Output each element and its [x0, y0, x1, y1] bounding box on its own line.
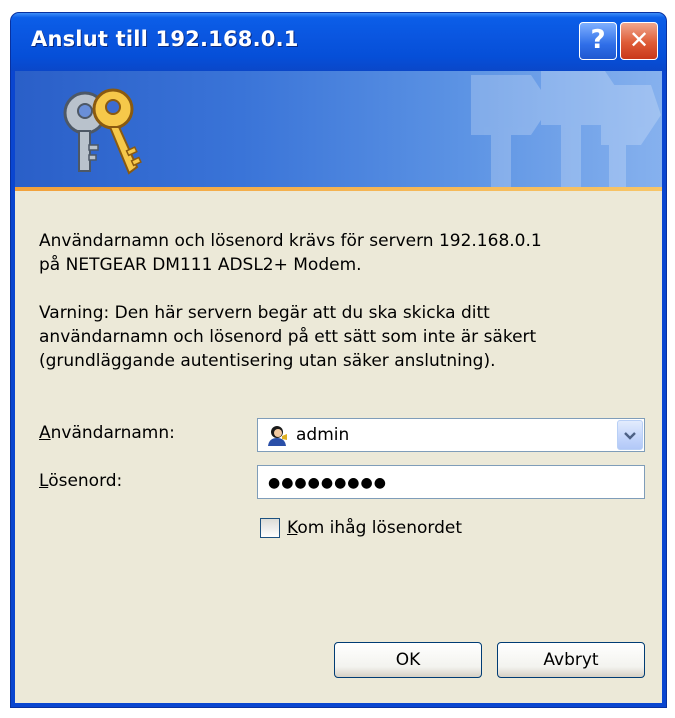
dialog-banner	[15, 71, 662, 187]
remember-password-accesskey: K	[287, 518, 298, 538]
keys-watermark-icon	[471, 71, 661, 187]
ok-button[interactable]: OK	[334, 642, 482, 678]
password-label-accesskey: L	[39, 471, 49, 491]
keys-icon	[63, 88, 142, 175]
title-bar[interactable]: Anslut till 192.168.0.1 ? ✕	[11, 13, 666, 71]
remember-password-text: om ihåg lösenordet	[297, 518, 463, 538]
warning-line-3: (grundläggande autentisering utan säker …	[39, 351, 496, 371]
remember-password-label[interactable]: Kom ihåg lösenordet	[287, 516, 462, 540]
message-line-2: på NETGEAR DM111 ADSL2+ Modem.	[39, 255, 362, 275]
username-label-accesskey: A	[39, 423, 51, 443]
warning-line-1: Varning: Den här servern begär att du sk…	[39, 303, 490, 323]
remember-password-checkbox[interactable]	[260, 518, 280, 538]
user-account-icon	[268, 426, 287, 446]
help-button[interactable]: ?	[579, 22, 617, 60]
close-button[interactable]: ✕	[620, 22, 658, 60]
password-label-text: ösenord:	[48, 471, 123, 491]
close-icon: ✕	[628, 26, 650, 54]
password-field[interactable]: ●●●●●●●●●	[257, 465, 645, 499]
password-label: Lösenord:	[39, 469, 122, 493]
username-combobox[interactable]: admin	[257, 418, 645, 452]
warning-line-2: användarnamn och lösenord på ett sätt so…	[39, 327, 537, 347]
chevron-down-icon	[624, 432, 636, 440]
password-value: ●●●●●●●●●	[268, 475, 387, 491]
cancel-button[interactable]: Avbryt	[497, 642, 645, 678]
message-line-1: Användarnamn och lösenord krävs för serv…	[39, 231, 542, 251]
dialog-body: Användarnamn och lösenord krävs för serv…	[15, 191, 662, 703]
help-icon: ?	[590, 25, 606, 55]
dropdown-button[interactable]	[617, 420, 643, 450]
username-label-text: nvändarnamn:	[50, 423, 175, 443]
login-dialog: Anslut till 192.168.0.1 ? ✕ Användarnamn…	[10, 12, 667, 708]
window-title: Anslut till 192.168.0.1	[31, 27, 299, 51]
username-value: admin	[296, 425, 350, 445]
username-label: Användarnamn:	[39, 421, 175, 445]
